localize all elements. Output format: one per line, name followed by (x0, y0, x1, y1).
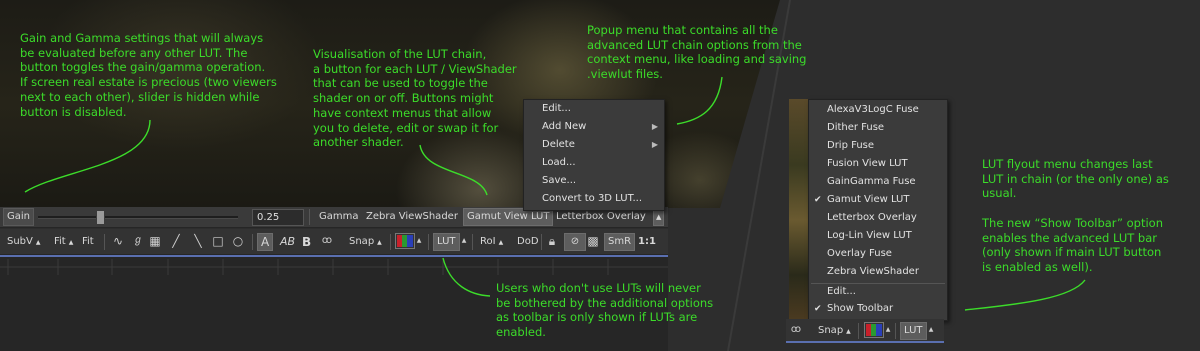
color-channels-dropdown-icon[interactable]: ▲ (884, 322, 892, 338)
stage: Gain 0.25 Gamma Zebra ViewShader Gamut V… (0, 0, 1200, 351)
color-picker-icon[interactable]: ℊ (130, 233, 146, 249)
fit-dropdown-icon: ▲ (68, 239, 74, 246)
popup-item-add-new[interactable]: Add New ▶ (524, 118, 664, 136)
separator (104, 234, 105, 250)
flyout-item-log-lin[interactable]: Log-Lin View LUT (809, 227, 947, 245)
flyout-item-alexa[interactable]: AlexaV3LogC Fuse (809, 101, 947, 119)
glasses-icon[interactable]: ꝏ (788, 322, 804, 338)
check-icon: ✔ (814, 304, 822, 314)
lut-dropdown-icon[interactable]: ▲ (460, 233, 468, 249)
lut-chain-zebra-button[interactable]: Zebra ViewShader (362, 208, 462, 226)
blue-channel-swatch (876, 324, 882, 336)
color-channels-dropdown-icon[interactable]: ▲ (415, 233, 423, 249)
snap-button[interactable]: Snap ▲ (345, 233, 386, 251)
roi-label: RoI (480, 236, 496, 247)
flyout-item-zebra[interactable]: Zebra ViewShader (809, 263, 947, 281)
checker-icon[interactable]: ▩ (586, 233, 600, 249)
timeline-grid (0, 259, 668, 275)
flyout-item-edit[interactable]: Edit... (809, 283, 947, 301)
flyout-item-dither[interactable]: Dither Fuse (809, 119, 947, 137)
gain-slider-track (38, 216, 238, 219)
grid-icon[interactable]: ▦ (148, 233, 162, 249)
dod-button[interactable]: DoD (513, 233, 543, 251)
lut-button[interactable]: LUT (433, 233, 460, 251)
fit-button[interactable]: Fit ▲ (50, 233, 77, 251)
viewer-toolbar: SubV ▲ Fit ▲ Fit ∿ ℊ ▦ ╱ ╲ □ ○ A AB B ꝏ Sn… (0, 229, 668, 255)
no-lut-toggle-icon[interactable]: ⊘ (564, 233, 586, 251)
flyout-item-fusion-view-lut[interactable]: Fusion View LUT (809, 155, 947, 173)
gain-slider[interactable] (38, 210, 238, 225)
lut-chain-gamma-button[interactable]: Gamma (315, 208, 363, 226)
one-to-one-button[interactable]: 1:1 (634, 233, 660, 251)
popup-item-convert-3d-lut[interactable]: Convert to 3D LUT... (524, 190, 664, 208)
flyout-item-overlay[interactable]: Overlay Fuse (809, 245, 947, 263)
gain-value-field[interactable]: 0.25 (252, 209, 304, 226)
annotation-no-luts: Users who don't use LUTs will never be b… (496, 281, 714, 340)
separator (472, 234, 473, 250)
check-icon: ✔ (814, 195, 822, 205)
separator (541, 234, 542, 250)
right-viewer-toolbar: ꝏ Snap ▲ ▲ LUT ▲ (786, 319, 944, 343)
flyout-item-letterbox[interactable]: Letterbox Overlay (809, 209, 947, 227)
roi-button[interactable]: RoI ▲ (476, 233, 507, 251)
lock-icon[interactable]: 🔒︎ (546, 233, 558, 249)
fit-label: Fit (54, 236, 66, 247)
snap-dropdown-icon: ▲ (377, 239, 382, 246)
lut-dropdown-icon[interactable]: ▲ (927, 322, 935, 338)
submenu-arrow-icon: ▶ (651, 140, 658, 149)
popup-item-load[interactable]: Load... (524, 154, 664, 172)
right-lut-button[interactable]: LUT (900, 322, 927, 340)
separator (428, 234, 429, 250)
snap-label: Snap (818, 325, 844, 336)
separator (858, 323, 859, 339)
text-b-button[interactable]: B (298, 233, 315, 251)
lut-flyout-menu: AlexaV3LogC Fuse Dither Fuse Drip Fuse F… (808, 99, 948, 321)
annotation-lut-chain: Visualisation of the LUT chain, a button… (313, 47, 517, 150)
right-color-channels-button[interactable] (864, 322, 884, 338)
subv-dropdown-icon: ▲ (35, 239, 41, 246)
snap-label: Snap (349, 236, 375, 247)
separator (309, 209, 310, 225)
popup-item-edit[interactable]: Edit... (524, 100, 664, 118)
glasses-icon[interactable]: ꝏ (319, 233, 335, 249)
text-a-button[interactable]: A (257, 233, 274, 251)
curve-tool-icon[interactable]: ∿ (111, 233, 125, 249)
popup-item-save[interactable]: Save... (524, 172, 664, 190)
circle-tool-icon[interactable]: ○ (231, 233, 245, 249)
popup-item-delete[interactable]: Delete ▶ (524, 136, 664, 154)
fit2-button[interactable]: Fit (78, 233, 98, 251)
separator (895, 323, 896, 339)
submenu-arrow-icon: ▶ (651, 122, 658, 131)
gain-slider-handle[interactable] (96, 210, 105, 225)
separator (252, 234, 253, 250)
flyout-item-gaingamma[interactable]: GainGamma Fuse (809, 173, 947, 191)
gain-button[interactable]: Gain (3, 208, 34, 226)
annotation-popup-menu: Popup menu that contains all the advance… (587, 23, 807, 82)
rectangle-tool-icon[interactable]: □ (211, 233, 225, 249)
lut-chain-popup-menu: Edit... Add New ▶ Delete ▶ Load... Save...… (523, 99, 665, 211)
blue-channel-swatch (407, 235, 413, 247)
flyout-item-show-toolbar[interactable]: ✔ Show Toolbar (809, 300, 947, 318)
separator (390, 234, 391, 250)
text-ab-button[interactable]: AB (276, 233, 299, 251)
smr-button[interactable]: SmR (604, 233, 636, 251)
color-channels-button[interactable] (395, 233, 415, 249)
line-tool-icon[interactable]: ╲ (191, 233, 205, 249)
annotation-flyout: LUT flyout menu changes last LUT in chai… (982, 157, 1169, 274)
flyout-item-drip[interactable]: Drip Fuse (809, 137, 947, 155)
right-snap-button[interactable]: Snap ▲ (814, 322, 855, 340)
flyout-item-gamut-view-lut[interactable]: ✔ Gamut View LUT (809, 191, 947, 209)
roi-dropdown-icon: ▲ (498, 239, 504, 246)
subv-label: SubV (7, 236, 33, 247)
snap-dropdown-icon: ▲ (846, 328, 851, 335)
annotation-gain-gamma: Gain and Gamma settings that will always… (20, 31, 277, 119)
brush-icon[interactable]: ╱ (169, 233, 183, 249)
subv-button[interactable]: SubV ▲ (3, 233, 45, 251)
